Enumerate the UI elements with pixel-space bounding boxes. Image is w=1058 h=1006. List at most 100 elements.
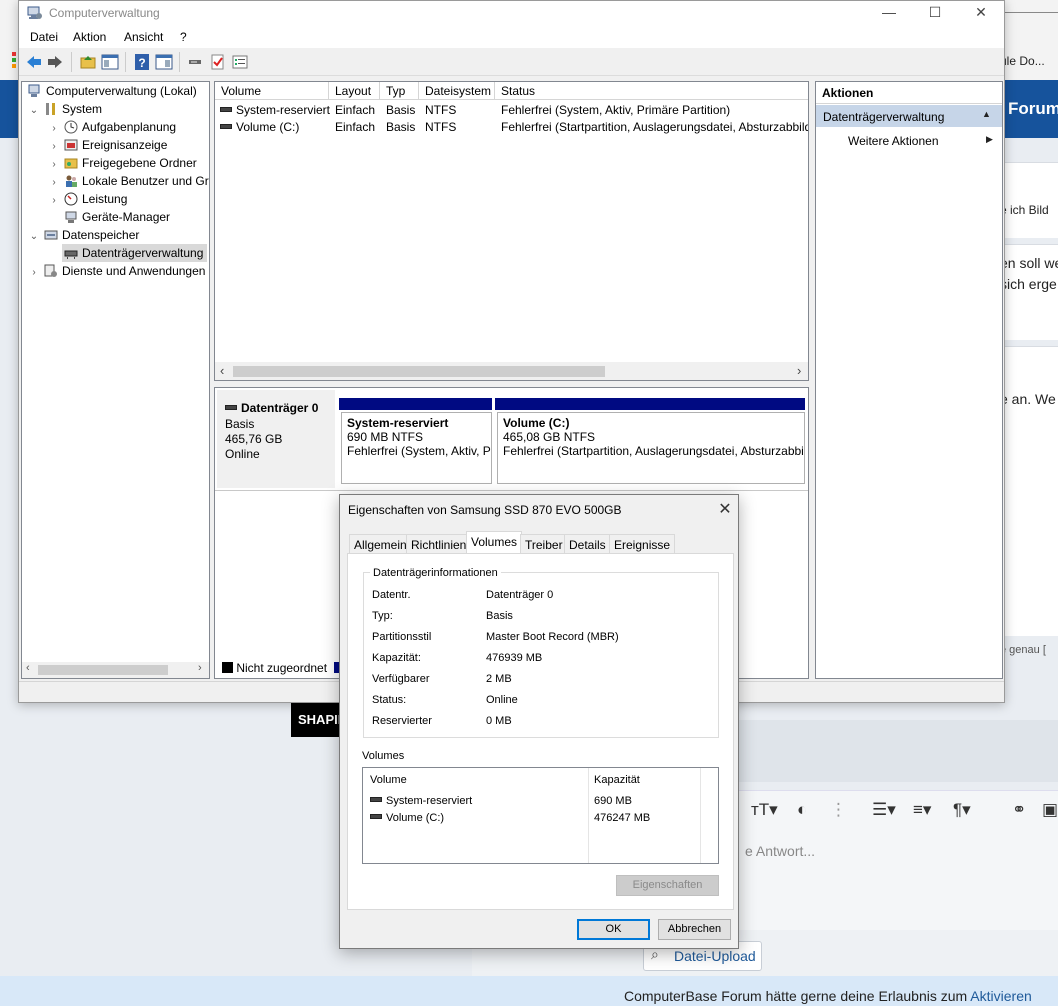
partition-bar xyxy=(495,398,805,410)
tree-item-system[interactable]: ⌄ System xyxy=(28,100,102,118)
tab-treiber[interactable]: Treiber xyxy=(520,534,568,553)
connect-icon[interactable] xyxy=(187,53,205,71)
show-hide-tree-icon[interactable] xyxy=(101,53,119,71)
forum-title[interactable]: Forum xyxy=(1008,99,1058,119)
status-cell: Fehlerfrei (System, Aktiv, Primäre Parti… xyxy=(501,103,731,117)
ok-button[interactable]: OK xyxy=(577,919,650,940)
chevron-right-icon[interactable]: › xyxy=(28,264,40,282)
more-actions-item[interactable]: Weitere Aktionen xyxy=(848,134,939,148)
tree-item-datentraegerverwaltung[interactable]: Datenträgerverwaltung xyxy=(62,244,207,262)
align-icon[interactable]: ≡▾ xyxy=(913,800,931,820)
chevron-down-icon[interactable]: ⌄ xyxy=(28,228,40,246)
scroll-left-icon[interactable]: ‹ xyxy=(220,363,224,378)
consent-activate-link[interactable]: Aktivieren xyxy=(970,988,1031,1004)
list-icon[interactable]: ☰▾ xyxy=(872,800,896,820)
tab-details[interactable]: Details xyxy=(564,534,611,553)
scrollbar-thumb[interactable] xyxy=(38,665,168,675)
tab-allgemein[interactable]: Allgemein xyxy=(349,534,412,553)
cancel-button[interactable]: Abbrechen xyxy=(658,919,731,940)
chevron-right-icon[interactable]: › xyxy=(48,174,60,190)
menu-datei[interactable]: Datei xyxy=(30,30,58,44)
svg-text:?: ? xyxy=(138,56,145,70)
check-icon[interactable] xyxy=(209,53,227,71)
disk-status: Online xyxy=(225,447,260,461)
actions-section[interactable]: Datenträgerverwaltung xyxy=(816,105,1002,127)
column-header-dateisystem[interactable]: Dateisystem xyxy=(419,82,495,100)
scroll-right-icon[interactable]: › xyxy=(198,662,202,674)
collapse-arrow-icon[interactable]: ▲ xyxy=(982,109,991,119)
info-value: Basis xyxy=(486,610,513,622)
browser-extension-icon[interactable] xyxy=(12,52,16,68)
scrollbar-thumb[interactable] xyxy=(233,366,605,377)
link-icon[interactable]: ⚭ xyxy=(1012,800,1026,820)
up-folder-icon[interactable] xyxy=(79,53,97,71)
disk-info-box[interactable]: Datenträger 0 Basis 465,76 GB Online xyxy=(217,390,335,488)
volumes-listview[interactable]: Volume Kapazität System-reserviert 690 M… xyxy=(362,767,719,864)
title-bar[interactable]: Computerverwaltung — ☐ ✕ xyxy=(19,1,1004,27)
tree-item-geraete-manager[interactable]: Geräte-Manager xyxy=(48,208,170,226)
browser-tab-title[interactable]: ule Do... xyxy=(1000,54,1058,68)
maximize-button[interactable]: ☐ xyxy=(912,1,958,25)
column-header-capacity[interactable]: Kapazität xyxy=(594,774,640,786)
dialog-close-button[interactable]: ✕ xyxy=(712,497,738,523)
palette-icon[interactable]: ◐ xyxy=(797,800,807,820)
help-icon[interactable]: ? xyxy=(133,53,151,71)
list-view-icon[interactable] xyxy=(231,53,249,71)
tree-item-label: Lokale Benutzer und Gruppen xyxy=(82,174,209,188)
menu-ansicht[interactable]: Ansicht xyxy=(124,30,163,44)
tab-richtlinien[interactable]: Richtlinien xyxy=(406,534,472,553)
partition-system-reserved[interactable]: System-reserviert 690 MB NTFS Fehlerfrei… xyxy=(341,412,492,484)
users-icon xyxy=(66,175,77,187)
column-header-status[interactable]: Status xyxy=(495,82,808,100)
image-icon[interactable]: ▣ xyxy=(1042,800,1058,820)
column-header-typ[interactable]: Typ xyxy=(380,82,419,100)
tree-item-label: Dienste und Anwendungen xyxy=(62,264,206,278)
menu-help[interactable]: ? xyxy=(180,30,187,44)
scroll-right-icon[interactable]: › xyxy=(797,363,801,378)
volume-capacity: 690 MB xyxy=(594,795,632,807)
more-icon[interactable]: ⋮ xyxy=(830,800,847,820)
paragraph-icon[interactable]: ¶▾ xyxy=(953,800,971,820)
partition-volume-c[interactable]: Volume (C:) 465,08 GB NTFS Fehlerfrei (S… xyxy=(497,412,805,484)
list-item[interactable]: Volume (C:) xyxy=(370,812,444,824)
tree-item-lokale-benutzer[interactable]: › Lokale Benutzer und Gruppen xyxy=(48,172,209,190)
forum-post-text: en soll we xyxy=(1000,255,1058,271)
filesystem-cell: NTFS xyxy=(425,103,457,117)
volume-list: Volume Layout Typ Dateisystem Status Sys… xyxy=(214,81,809,381)
computer-management-icon xyxy=(28,84,40,97)
close-button[interactable]: ✕ xyxy=(958,1,1004,25)
partition-status: Fehlerfrei (Startpartition, Auslagerungs… xyxy=(503,444,804,458)
submenu-arrow-icon[interactable]: ▶ xyxy=(986,134,993,145)
table-row[interactable]: System-reserviert Einfach Basis NTFS Feh… xyxy=(215,102,808,119)
info-label: Status: xyxy=(372,694,407,706)
list-item[interactable]: System-reserviert xyxy=(370,795,472,807)
tree-item-ereignisanzeige[interactable]: › Ereignisanzeige xyxy=(48,136,167,154)
column-header-volume[interactable]: Volume xyxy=(215,82,329,100)
properties-view-icon[interactable] xyxy=(155,53,173,71)
tab-ereignisse[interactable]: Ereignisse xyxy=(609,534,676,553)
type-cell: Basis xyxy=(386,120,416,134)
tree-item-leistung[interactable]: › Leistung xyxy=(48,190,127,208)
tree-item-datenspeicher[interactable]: ⌄ Datenspeicher xyxy=(28,226,140,246)
tree-item-freigegebene-ordner[interactable]: › Freigegebene Ordner xyxy=(48,154,196,172)
tree-item-dienste[interactable]: › Dienste und Anwendungen xyxy=(28,262,205,280)
back-arrow-icon[interactable] xyxy=(25,53,43,71)
menu-aktion[interactable]: Aktion xyxy=(73,30,106,44)
properties-button[interactable]: Eigenschaften xyxy=(616,875,719,896)
tree-item-aufgabenplanung[interactable]: › Aufgabenplanung xyxy=(48,118,176,136)
column-header-volume[interactable]: Volume xyxy=(370,774,407,786)
chevron-down-icon[interactable]: ⌄ xyxy=(28,102,40,120)
volumes-caption: Volumes xyxy=(362,750,405,762)
forward-arrow-icon[interactable] xyxy=(46,53,64,71)
partition-size: 690 MB NTFS xyxy=(347,430,424,444)
shaping-banner[interactable]: SHAPIN xyxy=(291,701,341,737)
text-size-icon[interactable]: тT▾ xyxy=(751,800,778,820)
partition-status: Fehlerfrei (System, Aktiv, Primäre Parti… xyxy=(347,444,491,458)
tab-volumes[interactable]: Volumes xyxy=(466,531,523,554)
table-row[interactable]: Volume (C:) Einfach Basis NTFS Fehlerfre… xyxy=(215,119,808,136)
minimize-button[interactable]: — xyxy=(866,1,912,25)
scroll-left-icon[interactable]: ‹ xyxy=(26,662,30,674)
reply-editor[interactable] xyxy=(735,790,1058,930)
tree-item-computer-management[interactable]: Computerverwaltung (Lokal) xyxy=(26,82,197,100)
column-header-layout[interactable]: Layout xyxy=(329,82,380,100)
